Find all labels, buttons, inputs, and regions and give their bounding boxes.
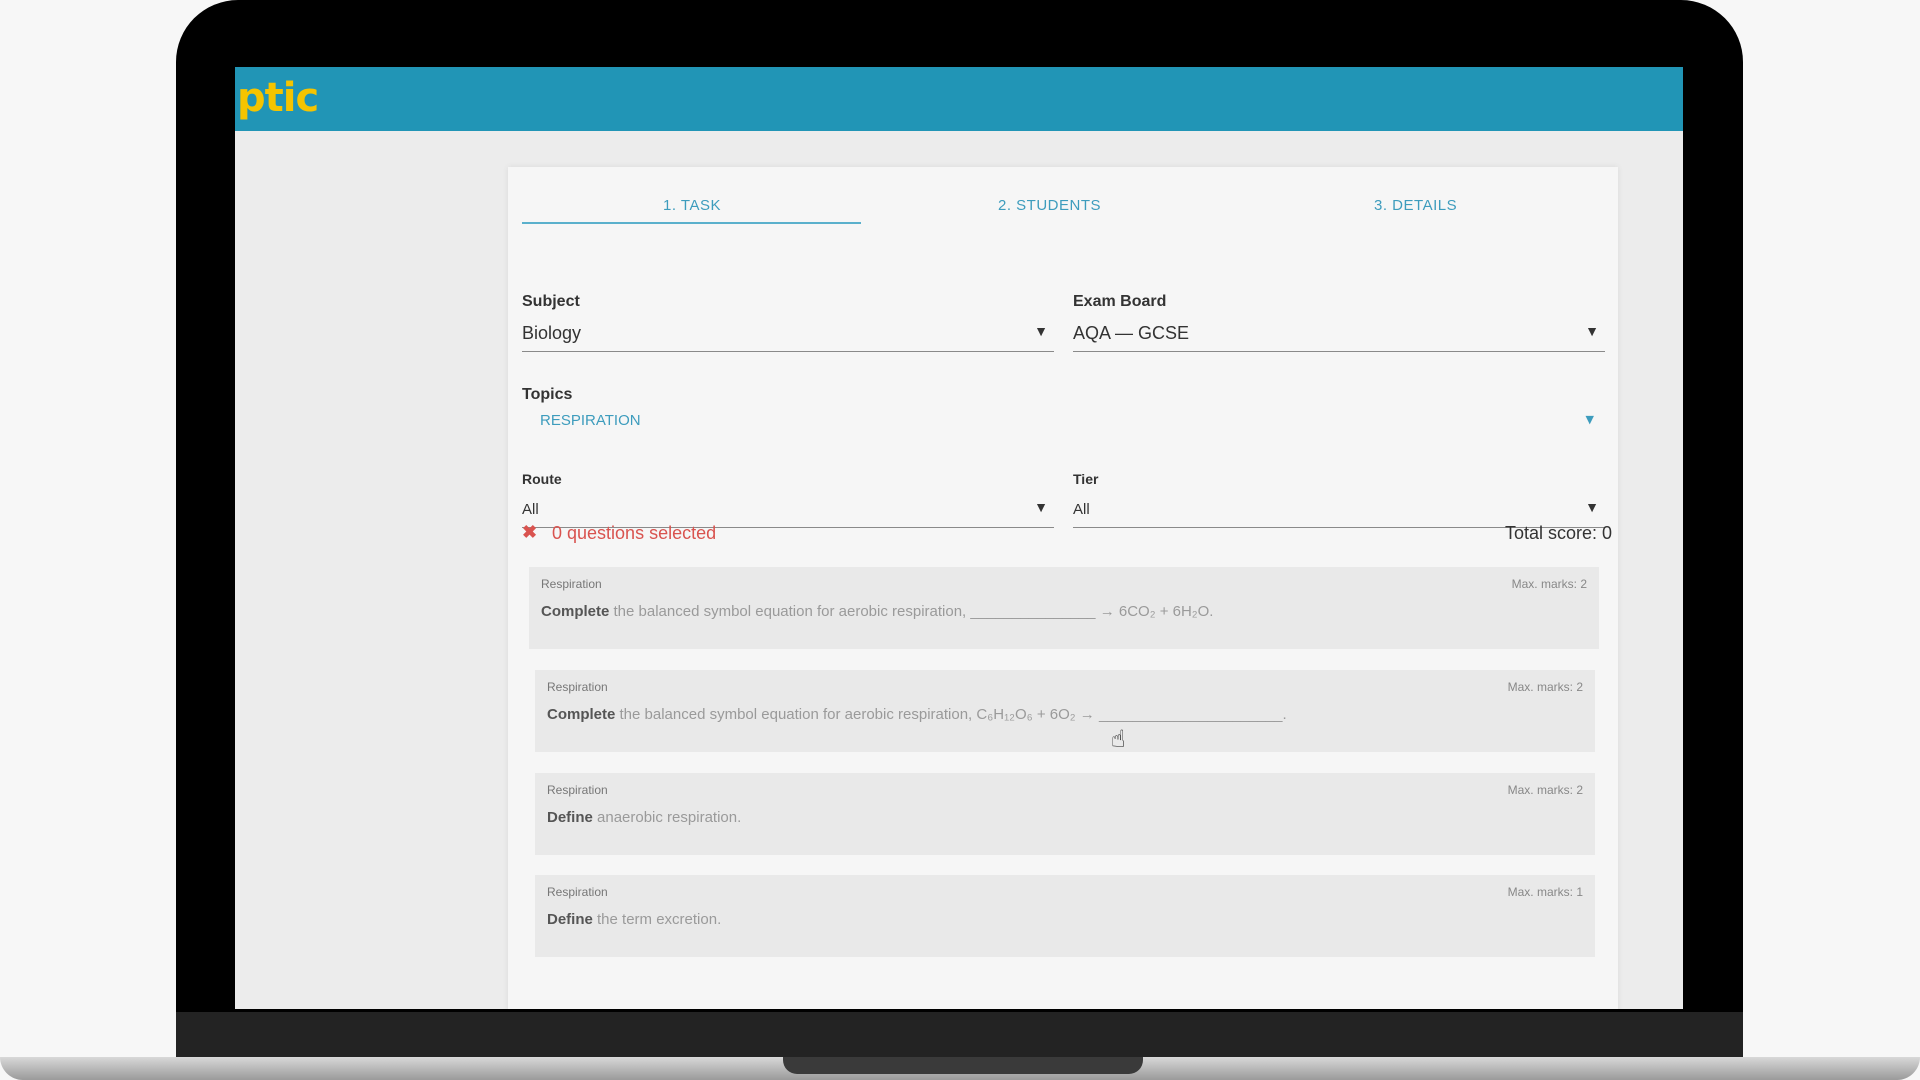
cross-icon: ✖ [522, 522, 538, 542]
laptop-notch [783, 1057, 1143, 1074]
question-max-marks: Max. marks: 2 [1507, 680, 1583, 694]
subject-label: Subject [522, 293, 580, 310]
subject-select[interactable]: Biology ▼ [522, 317, 1054, 352]
triangle-down-icon: ▼ [1585, 323, 1599, 339]
question-card[interactable]: Respiration Max. marks: 2 Complete the b… [535, 670, 1595, 752]
question-body: the balanced symbol equation for aerobic… [609, 603, 1214, 620]
top-bar: ptic [235, 67, 1683, 131]
subject-value: Biology [522, 323, 582, 343]
questions-selected-count: 0 questions selected [552, 523, 717, 543]
question-verb: Complete [541, 603, 610, 620]
topic-chip-respiration[interactable]: RESPIRATION [540, 412, 641, 429]
exam-board-label: Exam Board [1073, 293, 1167, 310]
question-card[interactable]: Respiration Max. marks: 2 Define anaerob… [535, 773, 1595, 855]
task-card: 1. TASK 2. STUDENTS 3. DETAILS Subject B… [508, 167, 1618, 1009]
question-verb: Define [547, 809, 593, 826]
question-verb: Complete [547, 706, 616, 723]
question-body: the term excretion. [592, 911, 722, 928]
question-topic: Respiration [547, 885, 608, 899]
question-text: Define anaerobic respiration. [547, 809, 741, 826]
total-score: Total score: 0 [1504, 523, 1612, 543]
triangle-down-icon: ▼ [1034, 499, 1048, 515]
screen: ptic 1. TASK 2. STUDENTS 3. DETAILS Subj… [235, 67, 1683, 1009]
tab-task[interactable]: 1. TASK [663, 197, 721, 214]
exam-board-select[interactable]: AQA — GCSE ▼ [1073, 317, 1605, 352]
hand-pointer-icon: ☝ [1111, 725, 1126, 753]
tab-students[interactable]: 2. STUDENTS [998, 197, 1101, 214]
question-topic: Respiration [547, 783, 608, 797]
question-body: anaerobic respiration. [592, 809, 742, 826]
triangle-down-icon: ▼ [1034, 323, 1048, 339]
question-text: Define the term excretion. [547, 911, 721, 928]
triangle-down-icon: ▼ [1585, 499, 1599, 515]
selection-status: ✖ 0 questions selected Total score: 0 [522, 522, 1612, 546]
question-max-marks: Max. marks: 1 [1507, 885, 1583, 899]
topics-dropdown-icon[interactable]: ▼ [1586, 413, 1594, 426]
exam-board-value: AQA — GCSE [1073, 323, 1190, 343]
route-label: Route [522, 471, 562, 487]
route-value: All [522, 501, 539, 518]
question-card[interactable]: Respiration Max. marks: 1 Define the ter… [535, 875, 1595, 957]
topics-label: Topics [522, 386, 573, 403]
question-max-marks: Max. marks: 2 [1507, 783, 1583, 797]
question-text: Complete the balanced symbol equation fo… [541, 603, 1213, 620]
tier-label: Tier [1073, 471, 1099, 487]
question-card[interactable]: Respiration Max. marks: 2 Complete the b… [529, 567, 1599, 649]
question-topic: Respiration [547, 680, 608, 694]
question-verb: Define [547, 911, 593, 928]
question-topic: Respiration [541, 577, 602, 591]
question-body: the balanced symbol equation for aerobic… [615, 706, 1287, 723]
tab-details[interactable]: 3. DETAILS [1374, 197, 1457, 214]
question-max-marks: Max. marks: 2 [1511, 577, 1587, 591]
laptop-bezel [176, 1012, 1743, 1058]
question-text: Complete the balanced symbol equation fo… [547, 706, 1287, 723]
active-tab-indicator [522, 222, 861, 224]
app-logo[interactable]: ptic [237, 75, 319, 121]
tier-value: All [1073, 501, 1090, 518]
